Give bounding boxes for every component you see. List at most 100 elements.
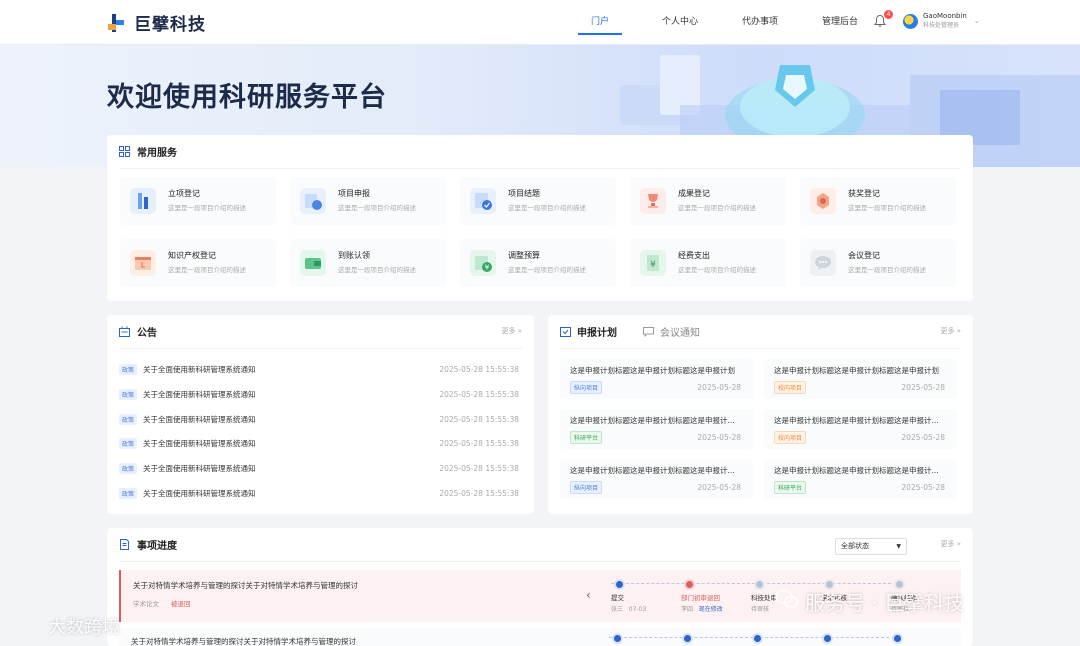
list-item[interactable]: 政策 关于全面使用新科研管理系统通知 2025-05-28 15:55:38 <box>119 361 519 377</box>
chevron-left-icon[interactable]: ‹ <box>586 588 591 602</box>
step-name: 部门初审退回 <box>681 594 720 602</box>
list-item[interactable]: 政策 关于全面使用新科研管理系统通知 2025-05-28 15:55:38 <box>119 485 519 501</box>
nav-todo[interactable]: 代办事项 <box>720 0 800 45</box>
steps-line <box>609 637 889 638</box>
avatar <box>903 13 918 29</box>
caret-down-icon: ▼ <box>896 543 901 550</box>
nav-admin[interactable]: 管理后台 <box>800 0 880 45</box>
tab-application-plan[interactable]: 申报计划 <box>560 324 617 339</box>
service-desc: 这里是一段项目介绍的描述 <box>168 204 246 212</box>
notice-title: 关于全面使用新科研管理系统通知 <box>143 414 256 424</box>
steps-line <box>611 583 891 584</box>
service-desc: 这里是一段项目介绍的描述 <box>678 204 756 212</box>
service-desc: 这里是一段项目介绍的描述 <box>848 204 926 212</box>
chat-icon <box>643 327 654 337</box>
notice-time: 2025-05-28 15:55:38 <box>439 364 519 374</box>
notices-header: 公告 更多 » <box>119 315 522 349</box>
tab-label: 申报计划 <box>577 328 617 339</box>
progress-title: 事项进度 <box>137 541 177 552</box>
plan-title: 这是申报计划标题这是申报计划标题这是申报计... <box>774 466 939 475</box>
notice-time: 2025-05-28 15:55:38 <box>439 389 519 399</box>
nav-portal[interactable]: 门户 <box>560 0 640 45</box>
expense-icon: ¥ <box>640 250 666 276</box>
service-item[interactable]: 获奖登记 这里是一段项目介绍的描述 <box>800 177 956 225</box>
user-menu[interactable]: GaoMoonbin 科技处管理员 ⌄ <box>903 12 980 30</box>
status-filter-select[interactable]: 全部状态 ▼ <box>835 538 907 555</box>
service-item[interactable]: ¥ 经费支出 这里是一段项目介绍的描述 <box>630 239 786 287</box>
notification-bell-icon[interactable]: 4 <box>873 10 893 30</box>
list-item[interactable]: 政策 关于全面使用新科研管理系统通知 2025-05-28 15:55:38 <box>119 411 519 427</box>
step-dot <box>752 633 763 644</box>
plan-item[interactable]: 这是申报计划标题这是申报计划标题这是申报计... 校内项目 2025-05-28 <box>764 409 957 449</box>
service-name: 项目申报 <box>338 189 370 198</box>
step-dot <box>822 633 833 644</box>
plan-tag: 科研平台 <box>774 481 807 494</box>
plan-date: 2025-05-28 <box>901 383 945 392</box>
service-item[interactable]: 项目结题 这里是一段项目介绍的描述 <box>460 177 616 225</box>
service-name: 立项登记 <box>168 189 200 198</box>
progress-item-title: 关于对特情学术培养与管理的探讨关于对特情学术培养与管理的探讨 <box>131 637 356 646</box>
common-services-card: 常用服务 立项登记 这里是一段项目介绍的描述 项目申报 这里是一段项目介绍的描述 项… <box>107 135 973 301</box>
service-item[interactable]: ¥ 调整预算 这里是一段项目介绍的描述 <box>460 239 616 287</box>
service-item[interactable]: 项目申报 这里是一段项目介绍的描述 <box>290 177 446 225</box>
progress-header: 事项进度 全部状态 ▼ 更多 » <box>119 528 961 562</box>
logo-mark-icon <box>108 13 124 32</box>
list-item[interactable]: 政策 关于全面使用新科研管理系统通知 2025-05-28 15:55:38 <box>119 435 519 451</box>
plan-tag: 纵向项目 <box>570 481 603 494</box>
service-item[interactable]: 立项登记这里是一段项目介绍的描述 <box>120 177 276 225</box>
table-row[interactable]: 关于对特情学术培养与管理的探讨关于对特情学术培养与管理的探讨 <box>119 628 961 646</box>
notice-title: 关于全面使用新科研管理系统通知 <box>143 438 256 448</box>
list-item[interactable]: 政策 关于全面使用新科研管理系统通知 2025-05-28 15:55:38 <box>119 460 519 476</box>
plan-tag: 科研平台 <box>570 431 603 444</box>
service-desc: 这里是一段项目介绍的描述 <box>848 266 926 274</box>
notice-tag: 政策 <box>119 487 138 499</box>
modify-now-link[interactable]: 现在修改 <box>699 606 723 613</box>
service-desc: 这里是一段项目介绍的描述 <box>168 266 246 274</box>
step-person: 张三 <box>611 606 624 613</box>
notice-time: 2025-05-28 15:55:38 <box>439 414 519 424</box>
plans-more-link[interactable]: 更多 » <box>940 326 961 336</box>
service-item[interactable]: 会议登记 这里是一段项目介绍的描述 <box>800 239 956 287</box>
step-sub: 张三 07-03 <box>611 604 646 613</box>
plan-date: 2025-05-28 <box>901 483 945 492</box>
plan-item[interactable]: 这是申报计划标题这是申报计划标题这是申报计... 科研平台 2025-05-28 <box>764 459 957 499</box>
service-name: 经费支出 <box>678 251 710 260</box>
trophy-icon <box>640 188 666 214</box>
notice-time: 2025-05-28 15:55:38 <box>439 438 519 448</box>
plan-item[interactable]: 这是申报计划标题这是申报计划标题这是申报计... 纵向项目 2025-05-28 <box>560 459 753 499</box>
logo-text: 巨擘科技 <box>134 15 206 35</box>
notices-title: 公告 <box>137 328 157 339</box>
plan-item[interactable]: 这是申报计划标题这是申报计划标题这是申报计划 校内项目 2025-05-28 <box>764 359 957 399</box>
plan-title: 这是申报计划标题这是申报计划标题这是申报计划 <box>774 366 939 375</box>
service-item[interactable]: 到账认领 这里是一段项目介绍的描述 <box>290 239 446 287</box>
calendar-check-icon <box>560 327 571 337</box>
main-nav: 门户 个人中心 代办事项 管理后台 <box>560 0 880 45</box>
progress-more-link[interactable]: 更多 » <box>940 539 961 549</box>
tab-meeting-notice[interactable]: 会议通知 <box>643 324 700 339</box>
service-item[interactable]: 成果登记 这里是一段项目介绍的描述 <box>630 177 786 225</box>
progress-item-title: 关于对特情学术培养与管理的探讨关于对特情学术培养与管理的探讨 <box>133 581 358 590</box>
notification-badge: 4 <box>884 10 893 19</box>
service-item[interactable]: 知识产权登记这里是一段项目介绍的描述 <box>120 239 276 287</box>
list-item[interactable]: 政策 关于全面使用新科研管理系统通知 2025-05-28 15:55:38 <box>119 386 519 402</box>
logo[interactable]: 巨擘科技 <box>106 10 206 35</box>
step-dot <box>612 633 623 644</box>
step-dot <box>892 633 903 644</box>
plan-date: 2025-05-28 <box>697 483 741 492</box>
step-dot <box>684 579 695 590</box>
plan-date: 2025-05-28 <box>697 433 741 442</box>
plan-item[interactable]: 这是申报计划标题这是申报计划标题这是申报计... 科研平台 2025-05-28 <box>560 409 753 449</box>
step-name: 科技处审 <box>751 594 777 602</box>
nav-personal-center[interactable]: 个人中心 <box>640 0 720 45</box>
service-name: 知识产权登记 <box>168 251 216 260</box>
notice-time: 2025-05-28 15:55:38 <box>439 463 519 473</box>
notices-card: 公告 更多 » 政策 关于全面使用新科研管理系统通知 2025-05-28 15:5… <box>107 315 534 514</box>
banner-title: 欢迎使用科研服务平台 <box>107 82 387 113</box>
step-sub: 李四 现在修改 <box>681 604 723 613</box>
services-header: 常用服务 <box>119 135 961 169</box>
watermark-left: 大数跨境 <box>48 617 120 638</box>
service-name: 到账认领 <box>338 251 370 260</box>
notices-more-link[interactable]: 更多 » <box>501 326 522 336</box>
plan-item[interactable]: 这是申报计划标题这是申报计划标题这是申报计划 纵向项目 2025-05-28 <box>560 359 753 399</box>
plan-title: 这是申报计划标题这是申报计划标题这是申报计... <box>570 416 735 425</box>
